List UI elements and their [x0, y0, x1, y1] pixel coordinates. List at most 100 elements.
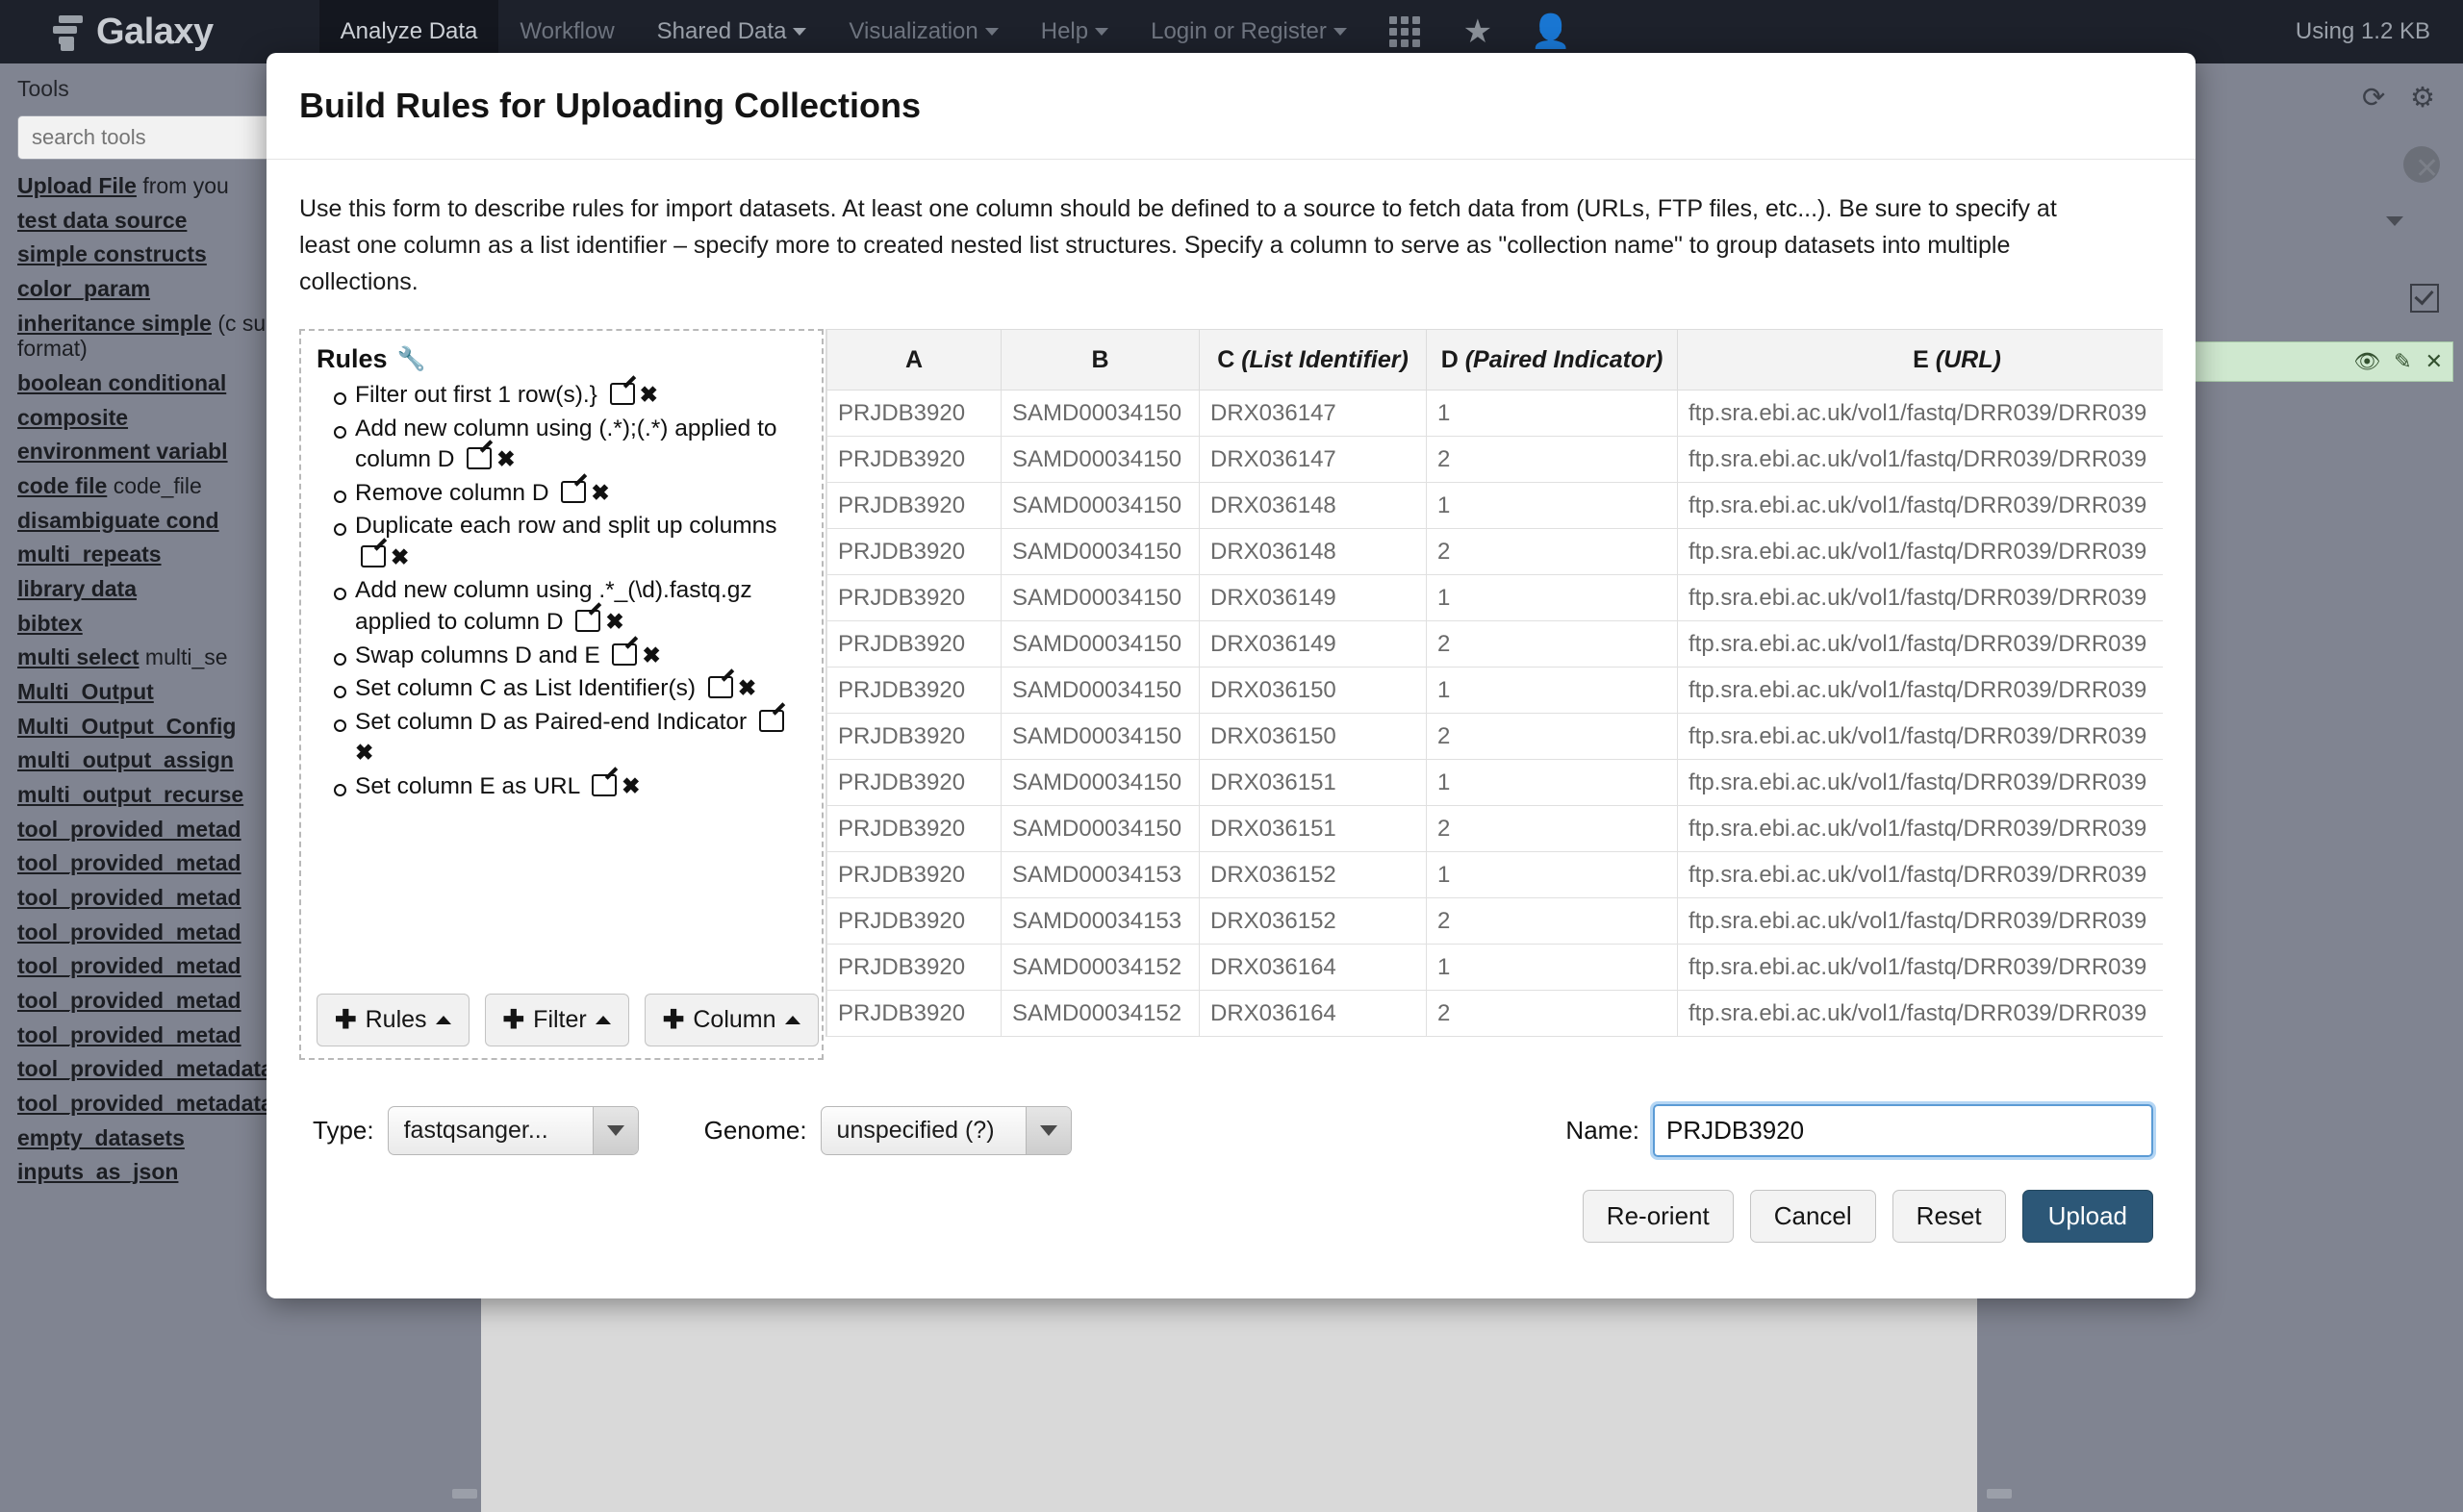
table-column-header-c[interactable]: C (List Identifier) — [1199, 329, 1427, 391]
table-cell: ftp.sra.ebi.ac.uk/vol1/fastq/DRR039/DRR0… — [1677, 436, 2163, 483]
tool-link[interactable]: composite — [17, 405, 128, 430]
table-cell: ftp.sra.ebi.ac.uk/vol1/fastq/DRR039/DRR0… — [1677, 990, 2163, 1037]
remove-rule-icon[interactable]: ✖ — [738, 675, 756, 700]
reset-button[interactable]: Reset — [1892, 1190, 2006, 1243]
close-icon[interactable]: ✕ — [2415, 152, 2439, 186]
nav-label: Workflow — [520, 18, 615, 44]
remove-rule-icon[interactable]: ✖ — [605, 609, 623, 634]
name-label: Name: — [1565, 1116, 1639, 1145]
tool-link[interactable]: library data — [17, 576, 137, 601]
rule-item: Set column C as List Identifier(s) ✖ — [317, 673, 806, 705]
tool-link[interactable]: multi select — [17, 644, 140, 669]
add-rules-button[interactable]: ✚ Rules — [317, 994, 470, 1046]
tool-panel-resizer[interactable] — [452, 1489, 477, 1499]
edit-rule-icon[interactable] — [575, 610, 601, 633]
collection-name-input[interactable] — [1650, 1101, 2156, 1160]
table-cell: DRX036151 — [1199, 805, 1427, 852]
tool-link[interactable]: tool_provided_metadata_9 — [17, 1091, 297, 1116]
table-column-header-b[interactable]: B — [1001, 329, 1200, 391]
table-cell: 2 — [1426, 990, 1678, 1037]
table-column-header-a[interactable]: A — [826, 329, 1002, 391]
tool-link[interactable]: test data source — [17, 208, 187, 233]
refresh-icon[interactable]: ⟳ — [2362, 81, 2385, 114]
tool-link[interactable]: environment variabl — [17, 439, 228, 464]
rule-text: Set column E as URL — [355, 772, 587, 799]
nav-label: Help — [1040, 18, 1089, 44]
select-all-checkbox[interactable] — [2410, 284, 2439, 313]
tool-link[interactable]: empty_datasets — [17, 1125, 185, 1150]
table-cell: DRX036150 — [1199, 667, 1427, 714]
re-orient-button[interactable]: Re-orient — [1582, 1190, 1734, 1243]
table-cell: 2 — [1426, 897, 1678, 945]
rule-text: Filter out first 1 row(s).} — [355, 382, 604, 408]
tool-link[interactable]: color_param — [17, 276, 150, 301]
add-filter-button[interactable]: ✚ Filter — [484, 994, 629, 1046]
remove-rule-icon[interactable]: ✖ — [355, 740, 373, 765]
type-select[interactable]: fastqsanger... — [387, 1106, 639, 1155]
tool-link[interactable]: inputs_as_json — [17, 1159, 178, 1184]
user-icon: 👤 — [1530, 13, 1572, 50]
tool-link[interactable]: Multi_Output — [17, 679, 154, 704]
brand-logo-group[interactable]: Galaxy — [0, 0, 235, 63]
remove-rule-icon[interactable]: ✖ — [640, 382, 658, 407]
edit-rule-icon[interactable] — [592, 773, 618, 796]
remove-rule-icon[interactable]: ✖ — [496, 446, 515, 471]
edit-rule-icon[interactable] — [361, 544, 386, 567]
table-column-header-d[interactable]: D (Paired Indicator) — [1426, 329, 1678, 391]
rules-list: Filter out first 1 row(s).} ✖ Add new col… — [317, 380, 806, 982]
edit-rule-icon[interactable] — [467, 447, 493, 470]
remove-rule-icon[interactable]: ✖ — [591, 480, 609, 505]
remove-rule-icon[interactable]: ✖ — [391, 544, 409, 569]
tool-link[interactable]: tool_provided_metad — [17, 885, 241, 910]
delete-icon[interactable]: ✕ — [2425, 349, 2443, 374]
chevron-down-icon — [793, 28, 807, 36]
tool-link[interactable]: boolean conditional — [17, 370, 226, 395]
eye-icon[interactable]: 👁 — [2353, 349, 2380, 374]
genome-select-value: unspecified (?) — [836, 1117, 995, 1144]
gear-icon[interactable]: ⚙ — [2410, 81, 2435, 114]
tool-link[interactable]: tool_provided_metad — [17, 920, 241, 945]
edit-rule-icon[interactable] — [609, 383, 635, 405]
tool-link[interactable]: tool_provided_metad — [17, 817, 241, 842]
upload-options-row: Type: fastqsanger... Genome: unspecified… — [299, 1101, 2163, 1160]
genome-select[interactable]: unspecified (?) — [820, 1106, 1072, 1155]
edit-rule-icon[interactable] — [707, 676, 733, 699]
table-cell: ftp.sra.ebi.ac.uk/vol1/fastq/DRR039/DRR0… — [1677, 759, 2163, 806]
chevron-up-icon — [784, 1016, 800, 1024]
tool-link[interactable]: multi_output_assign — [17, 747, 234, 772]
edit-rule-icon[interactable] — [759, 709, 784, 732]
rule-item: Add new column using .*_(\d).fastq.gz ap… — [317, 575, 806, 638]
chevron-down-icon[interactable] — [2386, 216, 2403, 226]
tool-link[interactable]: tool_provided_metad — [17, 1022, 241, 1047]
tool-link[interactable]: Upload File — [17, 173, 137, 198]
table-row: PRJDB3920 SAMD00034150 DRX036148 1 ftp.sra.e… — [826, 482, 2163, 529]
remove-rule-icon[interactable]: ✖ — [642, 643, 660, 668]
table-cell: ftp.sra.ebi.ac.uk/vol1/fastq/DRR039/DRR0… — [1677, 805, 2163, 852]
wrench-icon[interactable]: 🔧 — [397, 345, 426, 373]
edit-rule-icon[interactable] — [561, 480, 587, 503]
tool-link[interactable]: tool_provided_metad — [17, 850, 241, 875]
remove-rule-icon[interactable]: ✖ — [622, 773, 640, 798]
cancel-button[interactable]: Cancel — [1749, 1190, 1876, 1243]
type-select-value: fastqsanger... — [403, 1117, 548, 1144]
table-cell: ftp.sra.ebi.ac.uk/vol1/fastq/DRR039/DRR0… — [1677, 574, 2163, 621]
tool-link[interactable]: tool_provided_metadata_8 — [17, 1056, 297, 1081]
tool-link[interactable]: bibtex — [17, 611, 83, 636]
tool-link[interactable]: tool_provided_metad — [17, 988, 241, 1013]
add-column-button[interactable]: ✚ Column — [644, 994, 819, 1046]
tool-link[interactable]: code file — [17, 473, 107, 498]
table-column-header-e[interactable]: E (URL) — [1677, 329, 2163, 391]
table-cell: ftp.sra.ebi.ac.uk/vol1/fastq/DRR039/DRR0… — [1677, 851, 2163, 898]
tool-link[interactable]: inheritance simple — [17, 311, 212, 336]
tool-link[interactable]: Multi_Output_Config — [17, 714, 236, 739]
tool-link[interactable]: disambiguate cond — [17, 508, 219, 533]
pencil-icon[interactable]: ✎ — [2394, 349, 2411, 374]
tool-link[interactable]: tool_provided_metad — [17, 953, 241, 978]
tool-link[interactable]: multi_output_recurse — [17, 782, 243, 807]
nav-label: Login or Register — [1151, 18, 1327, 44]
history-panel-resizer[interactable] — [1987, 1489, 2012, 1499]
tool-link[interactable]: multi_repeats — [17, 542, 162, 567]
edit-rule-icon[interactable] — [612, 643, 638, 666]
upload-button[interactable]: Upload — [2021, 1190, 2153, 1243]
tool-link[interactable]: simple constructs — [17, 241, 207, 266]
